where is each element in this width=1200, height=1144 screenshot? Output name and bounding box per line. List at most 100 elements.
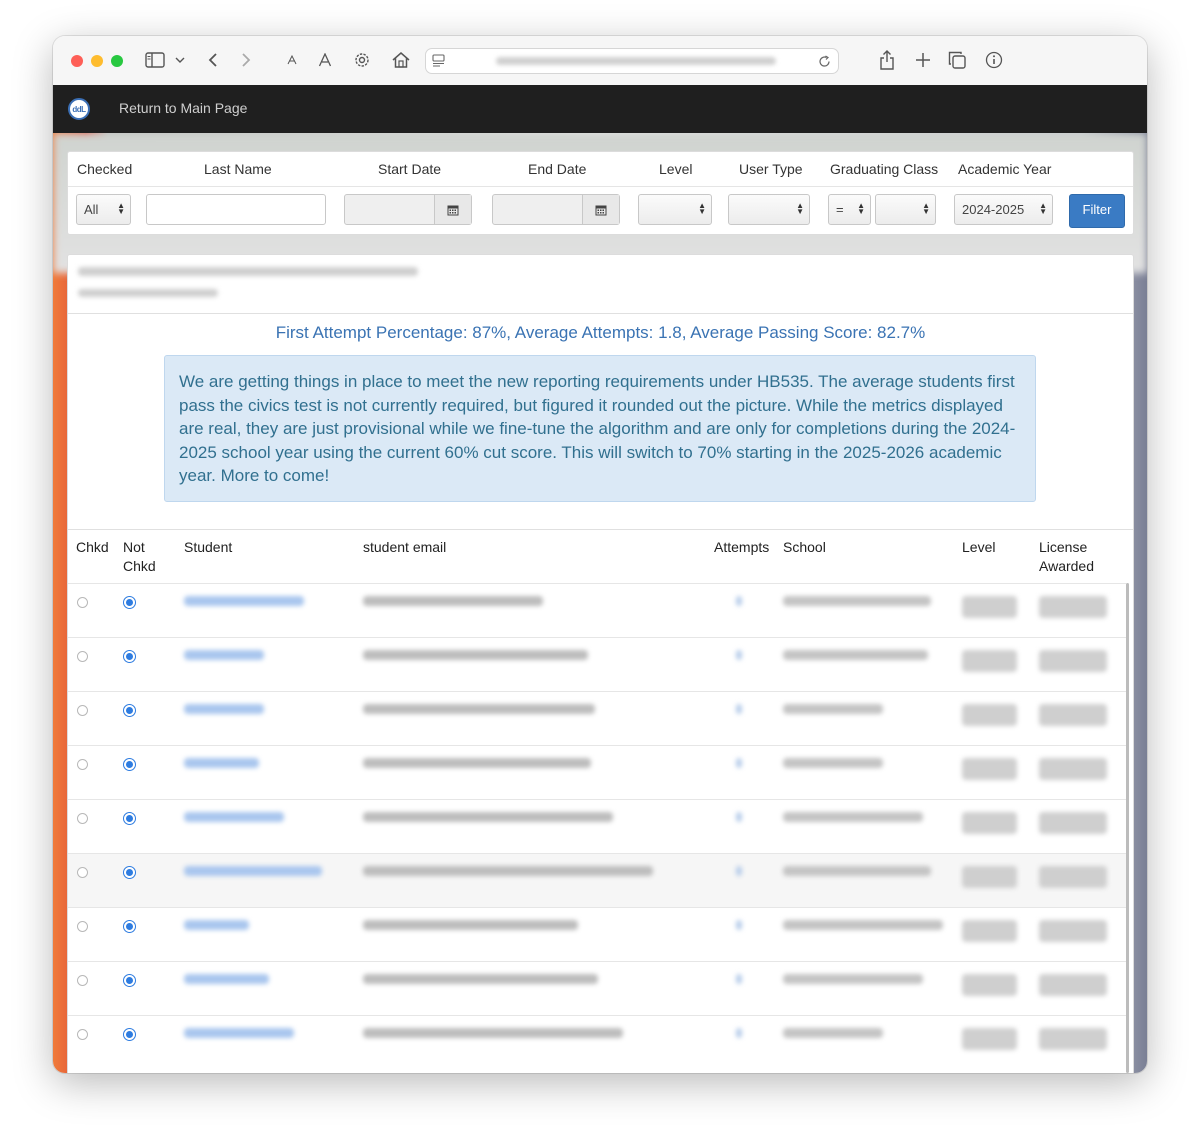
attempts-value bbox=[736, 758, 742, 768]
not-chkd-radio[interactable] bbox=[123, 758, 136, 771]
smaller-text-icon[interactable] bbox=[285, 48, 299, 72]
filter-button[interactable]: Filter bbox=[1069, 194, 1125, 228]
attempts-column-header[interactable]: Attempts bbox=[714, 538, 769, 557]
new-tab-plus-icon[interactable] bbox=[912, 48, 934, 72]
calendar-icon[interactable] bbox=[434, 195, 471, 224]
report-subtitle-redacted bbox=[78, 289, 218, 297]
last-name-input[interactable] bbox=[146, 194, 326, 225]
share-icon[interactable] bbox=[876, 48, 898, 72]
license-awarded-date bbox=[1039, 1028, 1107, 1050]
tab-overview-icon[interactable] bbox=[946, 48, 968, 72]
site-logo[interactable]: ddL bbox=[68, 98, 90, 120]
student-name-link[interactable] bbox=[184, 704, 264, 714]
student-name-link[interactable] bbox=[184, 920, 249, 930]
checked-select[interactable]: All ▲ ▼ bbox=[76, 194, 131, 225]
attempts-value bbox=[736, 596, 742, 606]
school-name bbox=[783, 704, 883, 714]
student-name-link[interactable] bbox=[184, 974, 269, 984]
filter-header-row: Checked Last Name Start Date End Date Le… bbox=[68, 152, 1133, 187]
license-awarded-date bbox=[1039, 920, 1107, 942]
student-name-link[interactable] bbox=[184, 596, 304, 606]
not-chkd-column-header: Not Chkd bbox=[123, 539, 156, 574]
last-name-header: Last Name bbox=[204, 161, 272, 177]
student-name-link[interactable] bbox=[184, 758, 259, 768]
gear-icon[interactable] bbox=[351, 48, 373, 72]
browser-window: ddL Return to Main Page Checked Last Nam… bbox=[53, 36, 1147, 1073]
academic-year-select[interactable]: 2024-2025 ▲ ▼ bbox=[954, 194, 1053, 225]
not-chkd-radio[interactable] bbox=[123, 704, 136, 717]
info-icon[interactable] bbox=[983, 48, 1005, 72]
reload-icon[interactable] bbox=[816, 52, 832, 70]
maximize-window-button[interactable] bbox=[111, 55, 123, 67]
student-name-link[interactable] bbox=[184, 812, 284, 822]
student-name-link[interactable] bbox=[184, 1028, 294, 1038]
license-awarded-date bbox=[1039, 758, 1107, 780]
attempts-value bbox=[736, 650, 742, 660]
school-name bbox=[783, 1028, 883, 1038]
forward-arrow-icon[interactable] bbox=[236, 48, 256, 72]
graduating-class-header: Graduating Class bbox=[830, 161, 939, 177]
chkd-radio[interactable] bbox=[77, 759, 88, 770]
chkd-radio[interactable] bbox=[77, 975, 88, 986]
chkd-radio[interactable] bbox=[77, 813, 88, 824]
report-panel: First Attempt Percentage: 87%, Average A… bbox=[67, 254, 1134, 1073]
not-chkd-radio[interactable] bbox=[123, 866, 136, 879]
start-date-input[interactable] bbox=[344, 194, 472, 225]
level-column-header[interactable]: Level bbox=[962, 538, 995, 557]
calendar-icon[interactable] bbox=[582, 195, 619, 224]
not-chkd-radio[interactable] bbox=[123, 974, 136, 987]
email-column-header[interactable]: student email bbox=[363, 538, 446, 557]
larger-text-icon[interactable] bbox=[316, 48, 334, 72]
table-row bbox=[68, 799, 1126, 854]
close-window-button[interactable] bbox=[71, 55, 83, 67]
student-name-link[interactable] bbox=[184, 866, 322, 876]
license-column-header[interactable]: License Awarded bbox=[1039, 538, 1109, 576]
chevron-down-icon[interactable] bbox=[173, 48, 187, 72]
user-type-select[interactable]: ▲ ▼ bbox=[728, 194, 810, 225]
sidebar-icon[interactable] bbox=[144, 48, 166, 72]
level-value bbox=[962, 866, 1017, 888]
end-date-input[interactable] bbox=[492, 194, 620, 225]
not-chkd-radio[interactable] bbox=[123, 1028, 136, 1041]
table-row bbox=[68, 853, 1126, 908]
level-value bbox=[962, 758, 1017, 780]
minimize-window-button[interactable] bbox=[91, 55, 103, 67]
attempts-value bbox=[736, 812, 742, 822]
graduating-class-operator-select[interactable]: = ▲ ▼ bbox=[828, 194, 871, 225]
table-scrollbar[interactable] bbox=[1126, 583, 1129, 1073]
start-date-header: Start Date bbox=[378, 161, 442, 177]
graduating-class-select[interactable]: ▲ ▼ bbox=[875, 194, 936, 225]
home-icon[interactable] bbox=[390, 48, 412, 72]
not-chkd-radio[interactable] bbox=[123, 920, 136, 933]
address-bar[interactable] bbox=[425, 48, 839, 74]
not-chkd-radio[interactable] bbox=[123, 650, 136, 663]
attempts-value bbox=[736, 866, 742, 876]
select-arrows-icon: ▲ ▼ bbox=[922, 201, 930, 216]
chkd-radio[interactable] bbox=[77, 651, 88, 662]
school-name bbox=[783, 650, 928, 660]
student-name-link[interactable] bbox=[184, 650, 264, 660]
checked-header: Checked bbox=[77, 161, 133, 177]
not-chkd-radio[interactable] bbox=[123, 596, 136, 609]
chkd-radio[interactable] bbox=[77, 1029, 88, 1040]
level-select[interactable]: ▲ ▼ bbox=[638, 194, 712, 225]
license-awarded-date bbox=[1039, 812, 1107, 834]
return-to-main-link[interactable]: Return to Main Page bbox=[119, 100, 247, 116]
table-row bbox=[68, 961, 1126, 1016]
filter-panel: Checked Last Name Start Date End Date Le… bbox=[67, 151, 1134, 235]
chkd-radio[interactable] bbox=[77, 867, 88, 878]
license-awarded-date bbox=[1039, 704, 1107, 726]
student-column-header[interactable]: Student bbox=[184, 538, 232, 557]
not-chkd-radio[interactable] bbox=[123, 812, 136, 825]
chkd-radio[interactable] bbox=[77, 597, 88, 608]
student-email bbox=[363, 704, 595, 714]
student-email bbox=[363, 812, 613, 822]
back-arrow-icon[interactable] bbox=[203, 48, 223, 72]
chkd-radio[interactable] bbox=[77, 705, 88, 716]
school-column-header[interactable]: School bbox=[783, 538, 826, 557]
chkd-radio[interactable] bbox=[77, 921, 88, 932]
summary-stats: First Attempt Percentage: 87%, Average A… bbox=[275, 323, 926, 342]
school-name bbox=[783, 812, 923, 822]
level-value bbox=[962, 812, 1017, 834]
table-row bbox=[68, 637, 1126, 692]
